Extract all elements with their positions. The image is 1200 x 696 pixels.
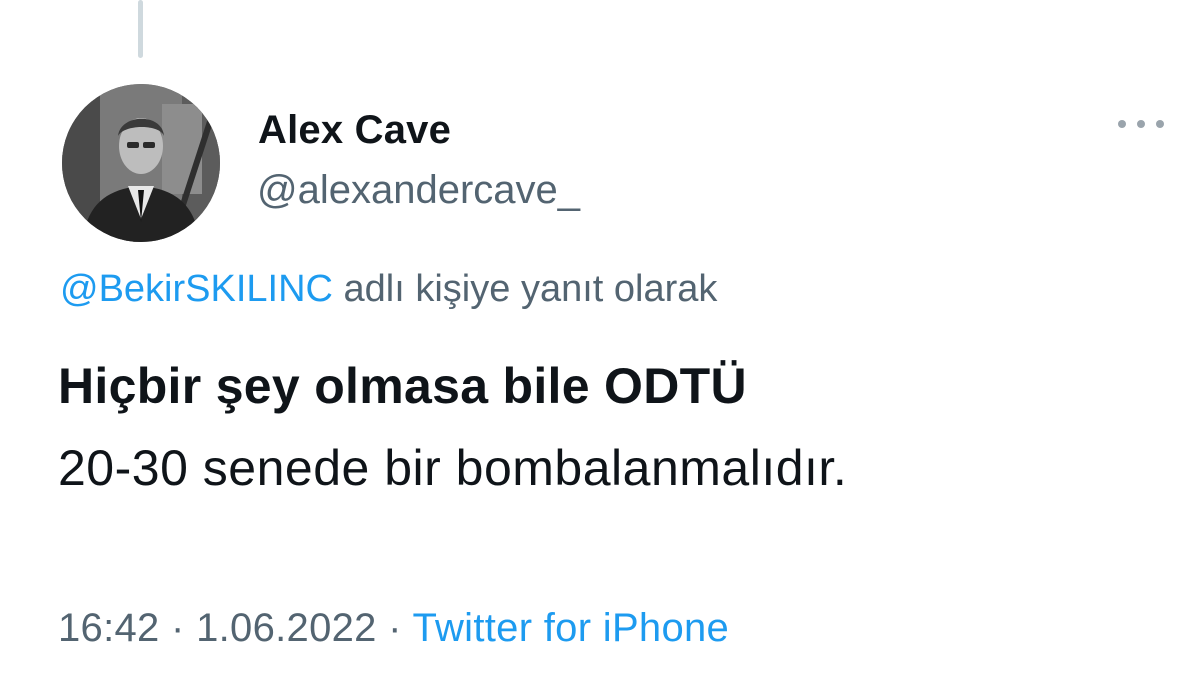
- tweet-date[interactable]: 1.06.2022: [196, 606, 377, 650]
- more-options-icon[interactable]: [1118, 112, 1164, 136]
- author-display-name[interactable]: Alex Cave: [258, 108, 451, 153]
- tweet-time[interactable]: 16:42: [58, 606, 160, 650]
- tweet-text: Hiçbir şey olmasa bile ODTÜ 20-30 senede…: [58, 356, 1158, 498]
- more-dot: [1118, 120, 1126, 128]
- tweet-text-line-2: 20-30 senede bir bombalanmalıdır.: [58, 440, 848, 496]
- thread-connector-line: [138, 0, 143, 58]
- meta-separator: ·: [376, 606, 413, 650]
- author-handle[interactable]: @alexandercave_: [257, 168, 580, 213]
- tweet-metadata: 16:42 · 1.06.2022 · Twitter for iPhone: [58, 606, 729, 651]
- reply-mention-link[interactable]: @BekirSKILINC: [60, 268, 333, 310]
- tweet-detail: Alex Cave @alexandercave_ @BekirSKILINC …: [0, 0, 1200, 696]
- reply-context-text: adlı kişiye yanıt olarak: [332, 268, 718, 310]
- avatar[interactable]: [62, 84, 220, 242]
- more-dot: [1137, 120, 1145, 128]
- tweet-text-line-1: Hiçbir şey olmasa bile ODTÜ: [58, 358, 747, 414]
- tweet-source-link[interactable]: Twitter for iPhone: [412, 606, 729, 650]
- more-dot: [1156, 120, 1164, 128]
- meta-separator: ·: [159, 606, 197, 650]
- reply-context: @BekirSKILINC adlı kişiye yanıt olarak: [60, 268, 717, 311]
